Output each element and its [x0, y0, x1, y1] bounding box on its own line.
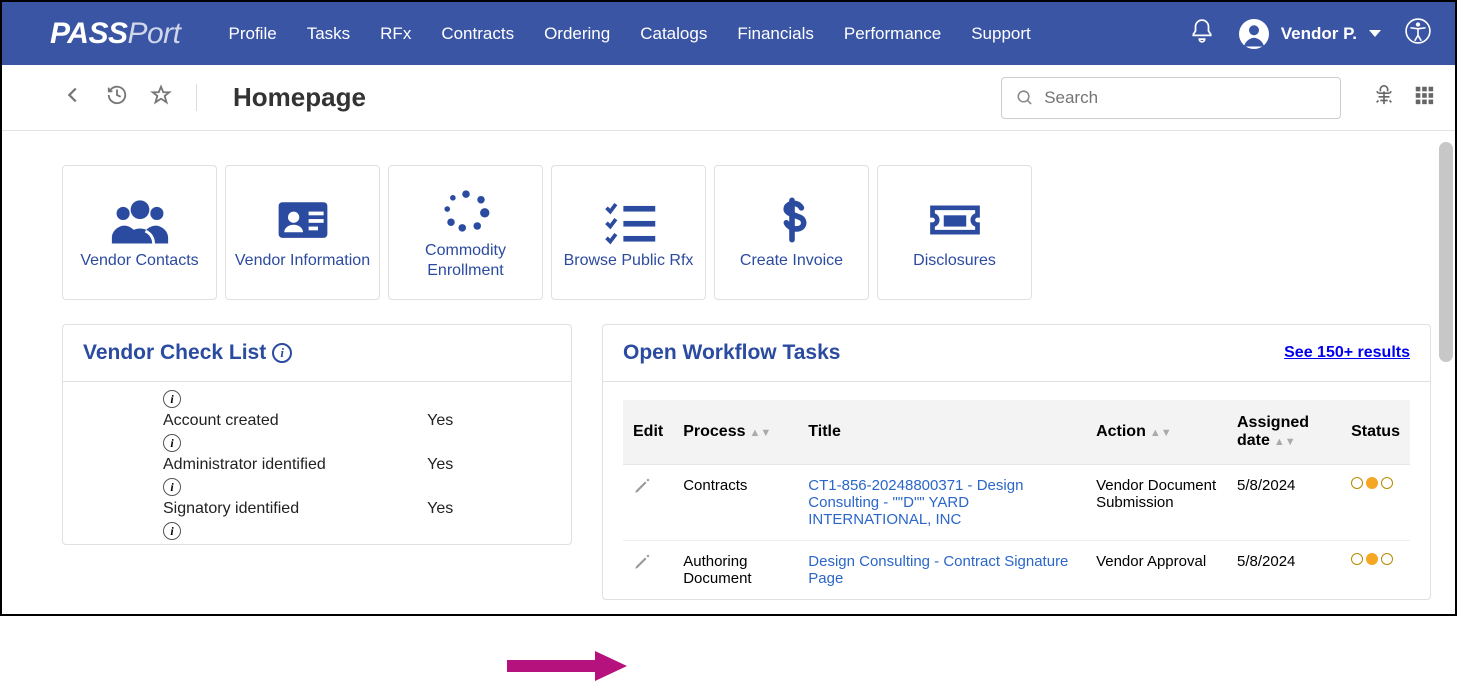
sort-icon: ▲▼ [1150, 427, 1172, 439]
id-card-icon [273, 195, 333, 245]
checklist-row: i Account created Yes [163, 412, 541, 430]
checklist-row: i Administrator identified Yes [163, 456, 541, 474]
col-status: Status [1341, 400, 1410, 465]
contacts-icon [110, 195, 170, 245]
tile-label: Vendor Information [235, 251, 370, 270]
see-results-link[interactable]: See 150+ results [1284, 344, 1410, 362]
search-icon [1016, 88, 1034, 108]
nav-tasks[interactable]: Tasks [307, 24, 350, 44]
col-action[interactable]: Action▲▼ [1086, 400, 1227, 465]
nav-catalogs[interactable]: Catalogs [640, 24, 707, 44]
checklist-label: Administrator identified [163, 456, 423, 474]
tile-create-invoice[interactable]: Create Invoice [714, 165, 869, 300]
nav-profile[interactable]: Profile [229, 24, 277, 44]
checklist-value: Yes [427, 500, 453, 517]
info-icon[interactable]: i [163, 434, 181, 452]
user-name: Vendor P. [1281, 24, 1357, 44]
nav-financials[interactable]: Financials [737, 24, 814, 44]
cell-process: Contracts [673, 465, 798, 541]
cell-assigned: 5/8/2024 [1227, 465, 1341, 541]
checklist-label: Signatory identified [163, 500, 423, 518]
main-nav: Profile Tasks RFx Contracts Ordering Cat… [229, 24, 1031, 44]
page-title: Homepage [233, 82, 366, 113]
checklist-value: Yes [427, 412, 453, 429]
tile-label: Commodity Enrollment [397, 241, 534, 279]
user-avatar-icon [1239, 19, 1269, 49]
nav-ordering[interactable]: Ordering [544, 24, 610, 44]
sort-icon: ▲▼ [749, 427, 771, 439]
workflow-header: Open Workflow Tasks See 150+ results [603, 325, 1430, 382]
cell-action: Vendor Approval [1086, 541, 1227, 600]
sort-icon: ▲▼ [1274, 436, 1296, 448]
nav-contracts[interactable]: Contracts [441, 24, 514, 44]
tile-browse-rfx[interactable]: Browse Public Rfx [551, 165, 706, 300]
task-title-link[interactable]: Design Consulting - Contract Signature P… [808, 553, 1068, 587]
annotation-arrow [507, 651, 627, 681]
top-navbar: PASSPort Profile Tasks RFx Contracts Ord… [2, 2, 1455, 65]
tile-vendor-contacts[interactable]: Vendor Contacts [62, 165, 217, 300]
nav-support[interactable]: Support [971, 24, 1031, 44]
nav-performance[interactable]: Performance [844, 24, 941, 44]
nav-rfx[interactable]: RFx [380, 24, 411, 44]
bug-icon[interactable] [1373, 84, 1395, 111]
checklist-icon [599, 195, 659, 245]
cell-process: Authoring Document [673, 541, 798, 600]
cell-assigned: 5/8/2024 [1227, 541, 1341, 600]
loading-dots-icon [436, 185, 496, 235]
logo[interactable]: PASSPort [50, 17, 181, 51]
history-icon[interactable] [106, 84, 128, 111]
task-title-link[interactable]: CT1-856-20248800371 - Design Consulting … [808, 477, 1023, 528]
back-icon[interactable] [62, 84, 84, 111]
col-process[interactable]: Process▲▼ [673, 400, 798, 465]
tile-label: Create Invoice [740, 251, 843, 270]
search-box[interactable] [1001, 77, 1341, 119]
checklist-label: Account created [163, 412, 423, 430]
search-input[interactable] [1044, 88, 1326, 108]
tile-label: Vendor Contacts [80, 251, 198, 270]
dollar-icon [762, 195, 822, 245]
col-title: Title [798, 400, 1086, 465]
quick-tiles: Vendor Contacts Vendor Information Commo… [62, 165, 1431, 300]
tile-commodity-enrollment[interactable]: Commodity Enrollment [388, 165, 543, 300]
accessibility-icon[interactable] [1405, 18, 1431, 49]
cell-action: Vendor Document Submission [1086, 465, 1227, 541]
sub-navbar: Homepage [2, 65, 1455, 131]
info-icon[interactable]: i [272, 343, 292, 363]
checklist-row: i Signatory identified Yes [163, 500, 541, 518]
checklist-value: Yes [427, 456, 453, 473]
workflow-table: Edit Process▲▼ Title Action▲▼ Assigned d… [623, 400, 1410, 599]
tile-vendor-information[interactable]: Vendor Information [225, 165, 380, 300]
table-row: Contracts CT1-856-20248800371 - Design C… [623, 465, 1410, 541]
tile-label: Browse Public Rfx [564, 251, 694, 270]
chevron-down-icon [1369, 30, 1381, 37]
grid-apps-icon[interactable] [1413, 84, 1435, 111]
col-assigned[interactable]: Assigned date▲▼ [1227, 400, 1341, 465]
info-icon[interactable]: i [163, 390, 181, 408]
workflow-tasks-panel: Open Workflow Tasks See 150+ results Edi… [602, 324, 1431, 600]
ticket-icon [925, 195, 985, 245]
bell-icon[interactable] [1189, 18, 1215, 49]
edit-icon[interactable] [633, 482, 651, 499]
scrollbar[interactable] [1439, 142, 1453, 362]
info-icon[interactable]: i [163, 522, 181, 540]
user-menu[interactable]: Vendor P. [1239, 19, 1381, 49]
table-row: Authoring Document Design Consulting - C… [623, 541, 1410, 600]
favorite-icon[interactable] [150, 84, 172, 111]
tile-label: Disclosures [913, 251, 996, 270]
checklist-header: Vendor Check List i [63, 325, 571, 382]
status-indicator [1351, 553, 1400, 565]
info-icon[interactable]: i [163, 478, 181, 496]
vendor-checklist-panel: Vendor Check List i i Account created Ye… [62, 324, 572, 545]
status-indicator [1351, 477, 1400, 489]
tile-disclosures[interactable]: Disclosures [877, 165, 1032, 300]
edit-icon[interactable] [633, 558, 651, 575]
col-edit: Edit [623, 400, 673, 465]
